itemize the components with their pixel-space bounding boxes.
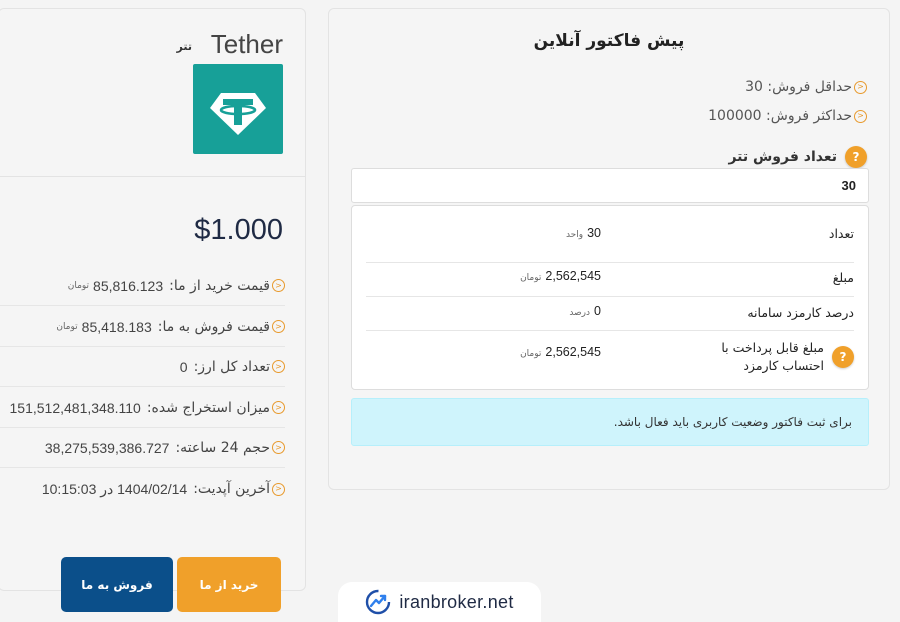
coin-price-usd: $1.000 [194,214,283,246]
info-row-total-supply: < تعداد کل ارز: 0 [0,347,285,387]
quantity-input[interactable]: 30 [351,168,869,203]
chevron-left-icon: < [854,80,867,94]
summary-number: 0 [594,304,601,318]
summary-number: 2,562,545 [545,269,601,283]
chevron-left-icon: < [854,109,867,123]
info-row-mined: < میزان استخراج شده: 151,512,481,348.110 [0,388,285,428]
sell-button[interactable]: فروش به ما [61,557,173,612]
info-label: حجم 24 ساعته: [175,439,270,456]
coin-header: Tether تتر [0,9,305,177]
summary-row-count: تعداد 30واحد [366,226,854,263]
info-value: 0 [179,358,188,375]
tether-logo-icon [193,64,283,154]
info-label: آخرین آپدیت: [193,481,270,497]
summary-value: 0درصد [569,304,601,318]
info-label: تعداد کل ارز: [193,358,270,375]
buy-button[interactable]: خرید از ما [177,557,281,612]
quantity-label-text: تعداد فروش تتر [728,149,837,165]
summary-row-payable: ? مبلغ قابل پرداخت با احتساب کارمزد 2,56… [366,331,854,381]
summary-label: درصد کارمزد سامانه [747,305,854,320]
min-sell-limit: < حداقل فروش: 30 [745,79,867,95]
summary-number: 30 [587,226,601,240]
info-value: 85,418.183 [81,318,152,335]
info-row-sell-price: < قیمت فروش به ما: 85,418.183 تومان [0,307,285,347]
summary-label: تعداد [828,226,854,241]
quantity-value: 30 [841,178,856,193]
invoice-title: پیش فاکتور آنلاین [533,31,685,51]
info-unit: تومان [67,280,90,291]
help-icon[interactable]: ? [845,146,867,168]
coin-persian-name: تتر [176,40,192,53]
summary-label-payable: ? مبلغ قابل پرداخت با احتساب کارمزد [714,339,854,375]
chevron-left-icon: < [272,441,285,454]
info-row-volume-24h: < حجم 24 ساعته: 38,275,539,386.727 [0,428,285,468]
summary-value: 30واحد [566,226,601,240]
brand-text: iranbroker.net [399,591,514,612]
status-alert: برای ثبت فاکتور وضعیت کاربری باید فعال ب… [351,398,869,446]
quantity-label: ? تعداد فروش تتر [728,146,867,168]
invoice-summary: تعداد 30واحد مبلغ 2,562,545تومان درصد کا… [351,205,869,390]
chevron-left-icon: < [272,482,285,496]
coin-card: Tether تتر $1.000 < قیمت خرید از ما: 85,… [0,8,306,591]
chevron-left-icon: < [272,279,285,292]
info-label: قیمت خرید از ما: [169,277,270,294]
summary-label: مبلغ قابل پرداخت با احتساب کارمزد [721,340,824,373]
summary-unit: تومان [520,273,542,283]
summary-number: 2,562,545 [545,345,601,359]
coin-name: Tether [210,29,283,59]
info-value: 151,512,481,348.110 [9,399,141,416]
max-sell-text: حداکثر فروش: 100000 [708,108,852,124]
info-unit: تومان [56,321,78,332]
info-value: 1404/02/14 در 10:15:03 [41,480,188,497]
chevron-left-icon: < [272,401,285,414]
info-label: میزان استخراج شده: [146,399,270,416]
summary-row-fee: درصد کارمزد سامانه 0درصد [366,297,854,331]
summary-unit: تومان [520,349,542,359]
info-value: 85,816.123 [93,277,164,294]
info-value: 38,275,539,386.727 [44,439,170,456]
summary-row-amount: مبلغ 2,562,545تومان [366,263,854,297]
invoice-card: پیش فاکتور آنلاین < حداقل فروش: 30 < حدا… [328,8,890,490]
info-label: قیمت فروش به ما: [157,318,270,335]
info-row-buy-price: < قیمت خرید از ما: 85,816.123 تومان [0,266,285,306]
max-sell-limit: < حداکثر فروش: 100000 [708,108,867,124]
broker-logo-icon [366,589,391,615]
summary-unit: واحد [565,230,584,240]
summary-unit: درصد [569,308,591,318]
summary-label: مبلغ [832,270,854,285]
summary-value: 2,562,545تومان [520,269,601,283]
chevron-left-icon: < [272,320,285,333]
info-row-last-update: < آخرین آپدیت: 1404/02/14 در 10:15:03 [0,469,285,509]
chevron-left-icon: < [272,360,285,373]
summary-value: 2,562,545تومان [520,345,601,359]
brand-badge[interactable]: iranbroker.net [338,582,541,622]
help-icon[interactable]: ? [832,346,854,368]
min-sell-text: حداقل فروش: 30 [745,79,852,95]
